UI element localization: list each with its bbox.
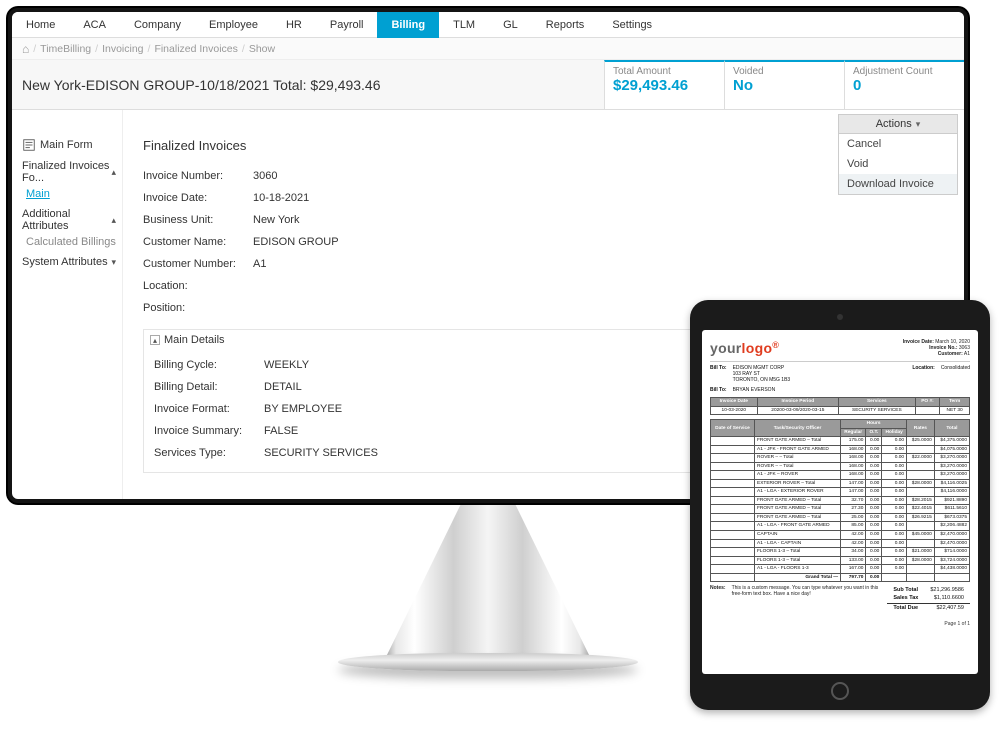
invoice-line: A1 - LGA - FLOORS 1-3167.000.000.00$4,43…	[711, 565, 970, 574]
invoice-document: yourlogo® Invoice Date: March 10, 2020In…	[702, 330, 978, 638]
nav-hr[interactable]: HR	[272, 12, 316, 38]
billto-label: Bill To:	[710, 366, 727, 383]
nav-company[interactable]: Company	[120, 12, 195, 38]
invoice-line: A1 - JFK - FRONT GATE ARMED168.000.000.0…	[711, 445, 970, 454]
sidebar-item: Calculated Billings	[26, 236, 116, 248]
page-title: New York-EDISON GROUP-10/18/2021 Total: …	[12, 60, 604, 109]
invoice-line: FLOORS 1-3 – Total34.000.000.00$21.0000$…	[711, 548, 970, 557]
breadcrumb: ⌂ / TimeBilling/ Invoicing/ Finalized In…	[12, 38, 964, 60]
action-download-invoice[interactable]: Download Invoice	[839, 174, 957, 194]
crumb[interactable]: TimeBilling	[40, 43, 91, 55]
stat-card: Total Amount$29,493.46	[604, 60, 724, 109]
field-row: Invoice Date:10-18-2021	[143, 187, 954, 209]
tablet-frame: yourlogo® Invoice Date: March 10, 2020In…	[690, 300, 990, 710]
tablet-screen: yourlogo® Invoice Date: March 10, 2020In…	[702, 330, 978, 674]
crumb[interactable]: Invoicing	[102, 43, 143, 55]
invoice-line: CAPTAIN42.000.000.00$45.0000$2,470.0000	[711, 530, 970, 539]
nav-gl[interactable]: GL	[489, 12, 532, 38]
action-void[interactable]: Void	[839, 154, 957, 174]
invoice-meta: Invoice Date: March 10, 2020Invoice No.:…	[903, 340, 970, 357]
stat-card: VoidedNo	[724, 60, 844, 109]
nav-settings[interactable]: Settings	[598, 12, 666, 38]
section-title: Finalized Invoices	[143, 138, 954, 153]
invoice-line: FRONT GATE ARMED – Total32.700.000.00$28…	[711, 496, 970, 505]
invoice-line: A1 - LGA - CAPTAIN42.000.000.00$2,470.00…	[711, 539, 970, 548]
invoice-line: A1 - LGA - EXTERIOR ROVER147.000.000.00$…	[711, 488, 970, 497]
crumb[interactable]: Finalized Invoices	[154, 43, 237, 55]
invoice-header-table: Invoice DateInvoice PeriodServicesPO #:T…	[710, 397, 970, 415]
sidebar: Main Form Finalized Invoices Fo...▴ Main A…	[12, 110, 122, 499]
nav-reports[interactable]: Reports	[532, 12, 599, 38]
invoice-line: A1 - JFK – ROVER168.000.000.00$3,270.000…	[711, 471, 970, 480]
field-row: Customer Name:EDISON GROUP	[143, 231, 954, 253]
invoice-line: A1 - LGA - FRONT GATE ARMED85.000.000.00…	[711, 522, 970, 531]
invoice-line: ROVER – – Total168.000.000.00$3,270.0000	[711, 462, 970, 471]
invoice-line: ROVER – – Total168.000.000.00$22.0000$3,…	[711, 454, 970, 463]
tablet-camera	[837, 314, 843, 320]
actions-button[interactable]: Actions	[838, 114, 958, 134]
invoice-totals: Sub Total$21,296.9586Sales Tax$1,110.660…	[887, 586, 970, 612]
collapse-icon[interactable]: ▴	[150, 335, 160, 345]
sidebar-title: Main Form	[22, 138, 116, 152]
invoice-line: FRONT GATE ARMED – Total175.000.000.00$2…	[711, 437, 970, 446]
invoice-line: EXTERIOR ROVER – Total147.000.000.00$28.…	[711, 479, 970, 488]
nav-tlm[interactable]: TLM	[439, 12, 489, 38]
stat-card: Adjustment Count0	[844, 60, 964, 109]
nav-employee[interactable]: Employee	[195, 12, 272, 38]
nav-payroll[interactable]: Payroll	[316, 12, 378, 38]
nav-billing[interactable]: Billing	[377, 12, 439, 38]
title-bar: New York-EDISON GROUP-10/18/2021 Total: …	[12, 60, 964, 110]
top-nav: HomeACACompanyEmployeeHRPayrollBillingTL…	[12, 12, 964, 38]
sidebar-item[interactable]: Main	[26, 188, 116, 200]
invoice-line: FRONT GATE ARMED – Total25.000.000.00$26…	[711, 513, 970, 522]
field-row: Invoice Number:3060	[143, 165, 954, 187]
field-row: Business Unit:New York	[143, 209, 954, 231]
nav-aca[interactable]: ACA	[69, 12, 120, 38]
sidebar-group[interactable]: System Attributes▾	[22, 256, 116, 268]
monitor-stand	[368, 505, 608, 695]
invoice-page-number: Page 1 of 1	[710, 622, 970, 628]
sidebar-group[interactable]: Additional Attributes▴	[22, 208, 116, 232]
nav-home[interactable]: Home	[12, 12, 69, 38]
actions-menu: CancelVoidDownload Invoice	[838, 134, 958, 195]
field-row: Location:	[143, 275, 954, 297]
actions-dropdown[interactable]: Actions CancelVoidDownload Invoice	[838, 114, 958, 195]
invoice-lines-table: Date of ServiceTask/Security OfficerHour…	[710, 419, 970, 582]
notes-text: This is a custom message. You can type w…	[732, 586, 882, 598]
notes-label: Notes:	[710, 586, 726, 598]
form-icon	[22, 138, 36, 152]
field-row: Customer Number:A1	[143, 253, 954, 275]
crumb: Show	[249, 43, 275, 55]
tablet-home-button[interactable]	[831, 682, 849, 700]
home-icon[interactable]: ⌂	[22, 42, 29, 56]
invoice-line: FRONT GATE ARMED – Total27.300.000.00$22…	[711, 505, 970, 514]
sidebar-group[interactable]: Finalized Invoices Fo...▴	[22, 160, 116, 184]
invoice-line: FLOORS 1-3 – Total133.000.000.00$28.0000…	[711, 556, 970, 565]
invoice-logo: yourlogo®	[710, 340, 779, 356]
action-cancel[interactable]: Cancel	[839, 134, 957, 154]
